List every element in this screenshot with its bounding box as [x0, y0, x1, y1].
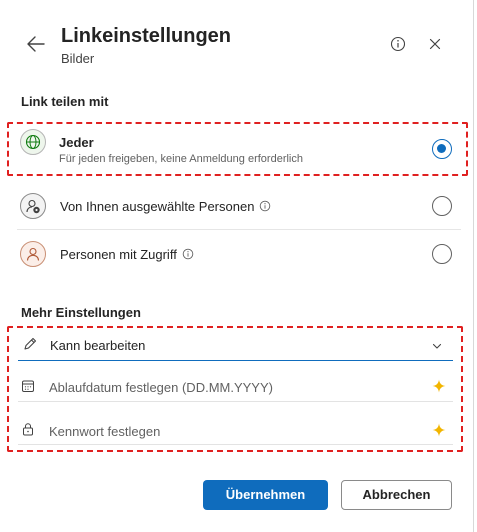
permission-dropdown[interactable]: Kann bearbeiten — [18, 331, 453, 361]
share-option-selected-people-title: Von Ihnen ausgewählte Personen — [60, 199, 271, 215]
apply-button[interactable]: Übernehmen — [203, 480, 328, 510]
expiry-date-field[interactable]: Ablaufdatum festlegen (DD.MM.YYYY) — [18, 373, 453, 402]
divider — [17, 229, 461, 230]
share-section-heading: Link teilen mit — [21, 94, 109, 109]
back-arrow-icon[interactable] — [24, 32, 48, 56]
lock-icon — [21, 422, 35, 441]
radio-selected-people[interactable] — [432, 196, 452, 216]
share-option-selected-people-label: Von Ihnen ausgewählte Personen — [60, 199, 255, 214]
radio-everyone[interactable] — [432, 139, 452, 159]
share-option-people-with-access-title: Personen mit Zugriff — [60, 247, 194, 263]
page-subtitle: Bilder — [61, 51, 95, 66]
share-option-people-with-access[interactable]: Personen mit Zugriff — [14, 234, 464, 274]
password-placeholder: Kennwort festlegen — [49, 424, 161, 439]
more-settings-heading: Mehr Einstellungen — [21, 305, 141, 320]
info-icon[interactable] — [259, 200, 271, 215]
expiry-date-placeholder: Ablaufdatum festlegen (DD.MM.YYYY) — [49, 380, 273, 395]
globe-icon — [20, 129, 46, 155]
chevron-down-icon — [431, 339, 443, 357]
page-title: Linkeinstellungen — [61, 25, 232, 47]
premium-sparkle-icon — [432, 379, 446, 398]
premium-sparkle-icon — [432, 423, 446, 442]
share-option-people-with-access-label: Personen mit Zugriff — [60, 247, 177, 262]
password-field[interactable]: Kennwort festlegen — [18, 416, 453, 445]
link-settings-panel: Linkeinstellungen Bilder Link teilen mit… — [0, 0, 474, 532]
people-settings-icon — [20, 193, 46, 219]
permission-value: Kann bearbeiten — [50, 338, 146, 353]
radio-people-with-access[interactable] — [432, 244, 452, 264]
share-option-selected-people[interactable]: Von Ihnen ausgewählte Personen — [14, 186, 464, 226]
person-icon — [20, 241, 46, 267]
info-icon[interactable] — [182, 248, 194, 263]
share-option-everyone-title: Jeder — [59, 135, 94, 150]
info-icon[interactable] — [389, 35, 407, 53]
pencil-icon — [22, 336, 38, 357]
share-option-everyone-description: Für jeden freigeben, keine Anmeldung erf… — [59, 153, 303, 165]
cancel-button[interactable]: Abbrechen — [341, 480, 452, 510]
close-icon[interactable] — [426, 35, 444, 53]
calendar-icon — [21, 379, 35, 398]
share-option-everyone[interactable]: Jeder Für jeden freigeben, keine Anmeldu… — [14, 126, 464, 172]
